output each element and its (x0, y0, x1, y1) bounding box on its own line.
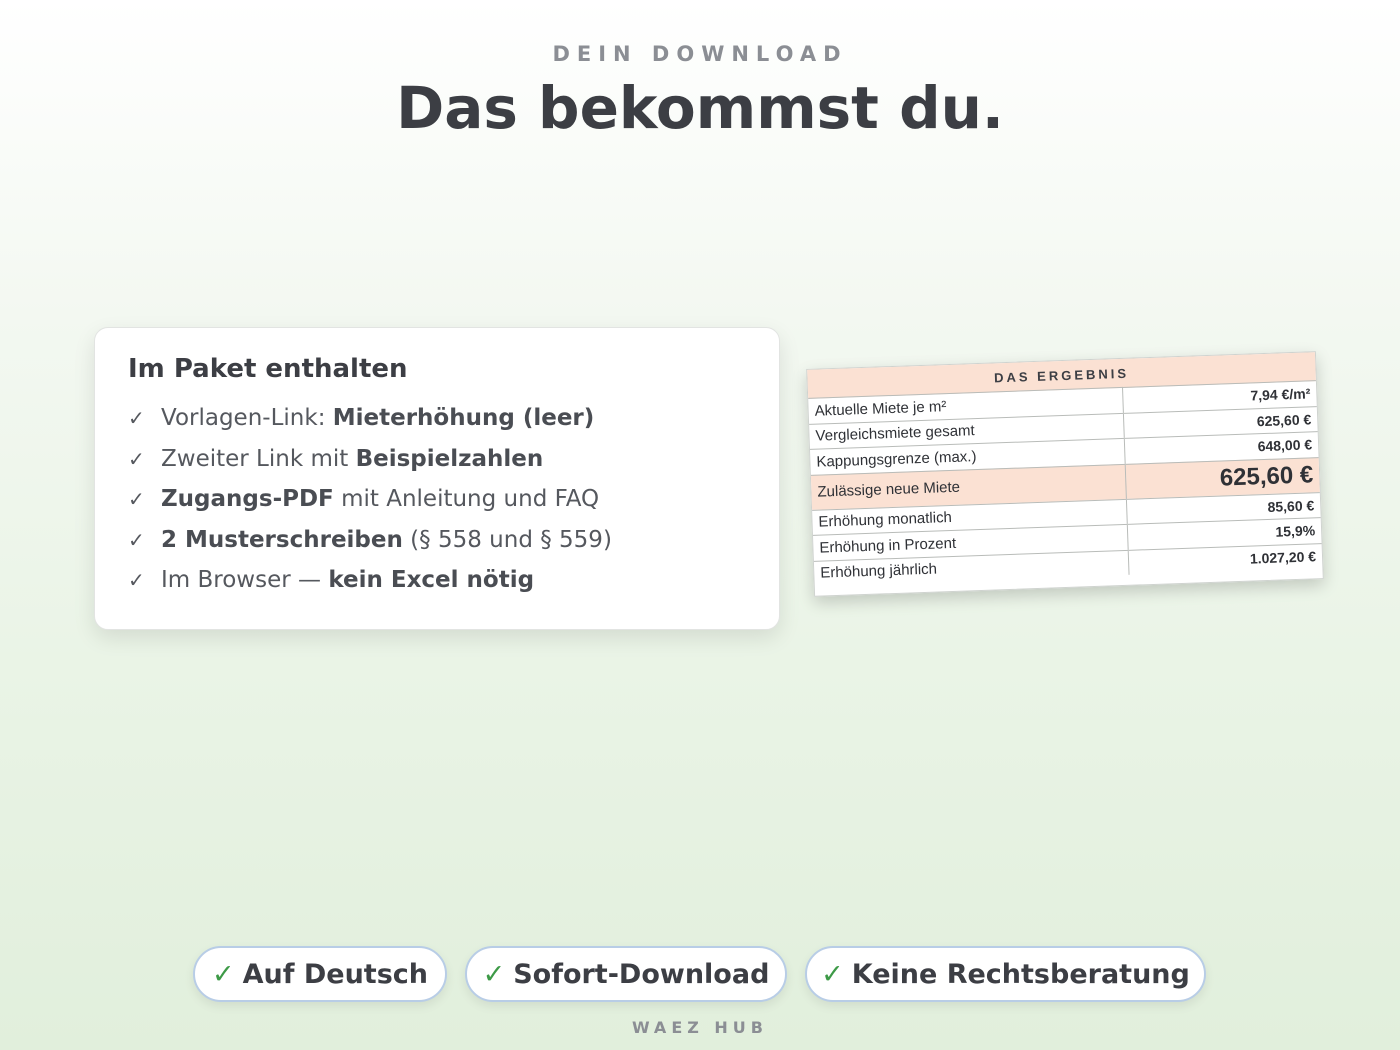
feature-bold: Beispielzahlen (355, 445, 544, 472)
feature-item: ✓ Im Browser — kein Excel nötig (128, 560, 746, 601)
check-icon: ✓ (128, 527, 145, 552)
check-icon: ✓ (128, 446, 145, 471)
check-icon: ✓ (482, 958, 506, 990)
badge-label: Keine Rechtsberatung (851, 958, 1190, 990)
feature-text: Im Browser — (161, 567, 329, 593)
result-table: DAS ERGEBNIS Aktuelle Miete je m² 7,94 €/… (807, 352, 1323, 586)
row-value: 1.027,20 € (1128, 543, 1323, 575)
feature-text: Vorlagen-Link: (161, 405, 333, 431)
feature-item: ✓ Zweiter Link mit Beispielzahlen (128, 439, 746, 480)
page-title: Das bekommst du. (396, 74, 1004, 142)
badge-label: Auf Deutsch (242, 958, 429, 990)
feature-text: (§ 558 und § 559) (402, 526, 612, 553)
feature-item: ✓ Zugangs-PDF mit Anleitung und FAQ (128, 479, 746, 520)
feature-list: ✓ Vorlagen-Link: Mieterhöhung (leer) ✓ Zwe… (128, 398, 746, 601)
check-icon: ✓ (128, 406, 145, 430)
check-icon: ✓ (128, 568, 145, 592)
badge-label: Sofort-Download (513, 958, 770, 990)
package-title: Im Paket enthalten (128, 354, 408, 384)
feature-item: ✓ 2 Musterschreiben (§ 558 und § 559) (128, 520, 746, 561)
feature-text: mit Anleitung und FAQ (333, 486, 600, 512)
feature-bold: Zugangs-PDF (161, 486, 334, 512)
badge-instant-download: ✓ Sofort-Download (465, 946, 787, 1002)
result-preview: DAS ERGEBNIS Aktuelle Miete je m² 7,94 €/… (806, 351, 1324, 597)
feature-text: Zweiter Link mit (161, 445, 356, 472)
check-icon: ✓ (211, 958, 235, 990)
badge-german: ✓ Auf Deutsch (193, 946, 447, 1002)
package-card: Im Paket enthalten ✓ Vorlagen-Link: Miete… (94, 327, 780, 630)
eyebrow-label: DEIN DOWNLOAD (552, 42, 848, 66)
check-icon: ✓ (821, 958, 844, 990)
feature-bold: Mieterhöhung (leer) (332, 405, 595, 431)
footer-brand: WAEZ HUB (632, 1018, 768, 1037)
feature-bold: 2 Musterschreiben (161, 526, 403, 553)
badge-no-legal-advice: ✓ Keine Rechtsberatung (805, 946, 1206, 1002)
feature-bold: kein Excel nötig (328, 567, 535, 593)
check-icon: ✓ (128, 487, 145, 511)
feature-item: ✓ Vorlagen-Link: Mieterhöhung (leer) (128, 398, 746, 439)
